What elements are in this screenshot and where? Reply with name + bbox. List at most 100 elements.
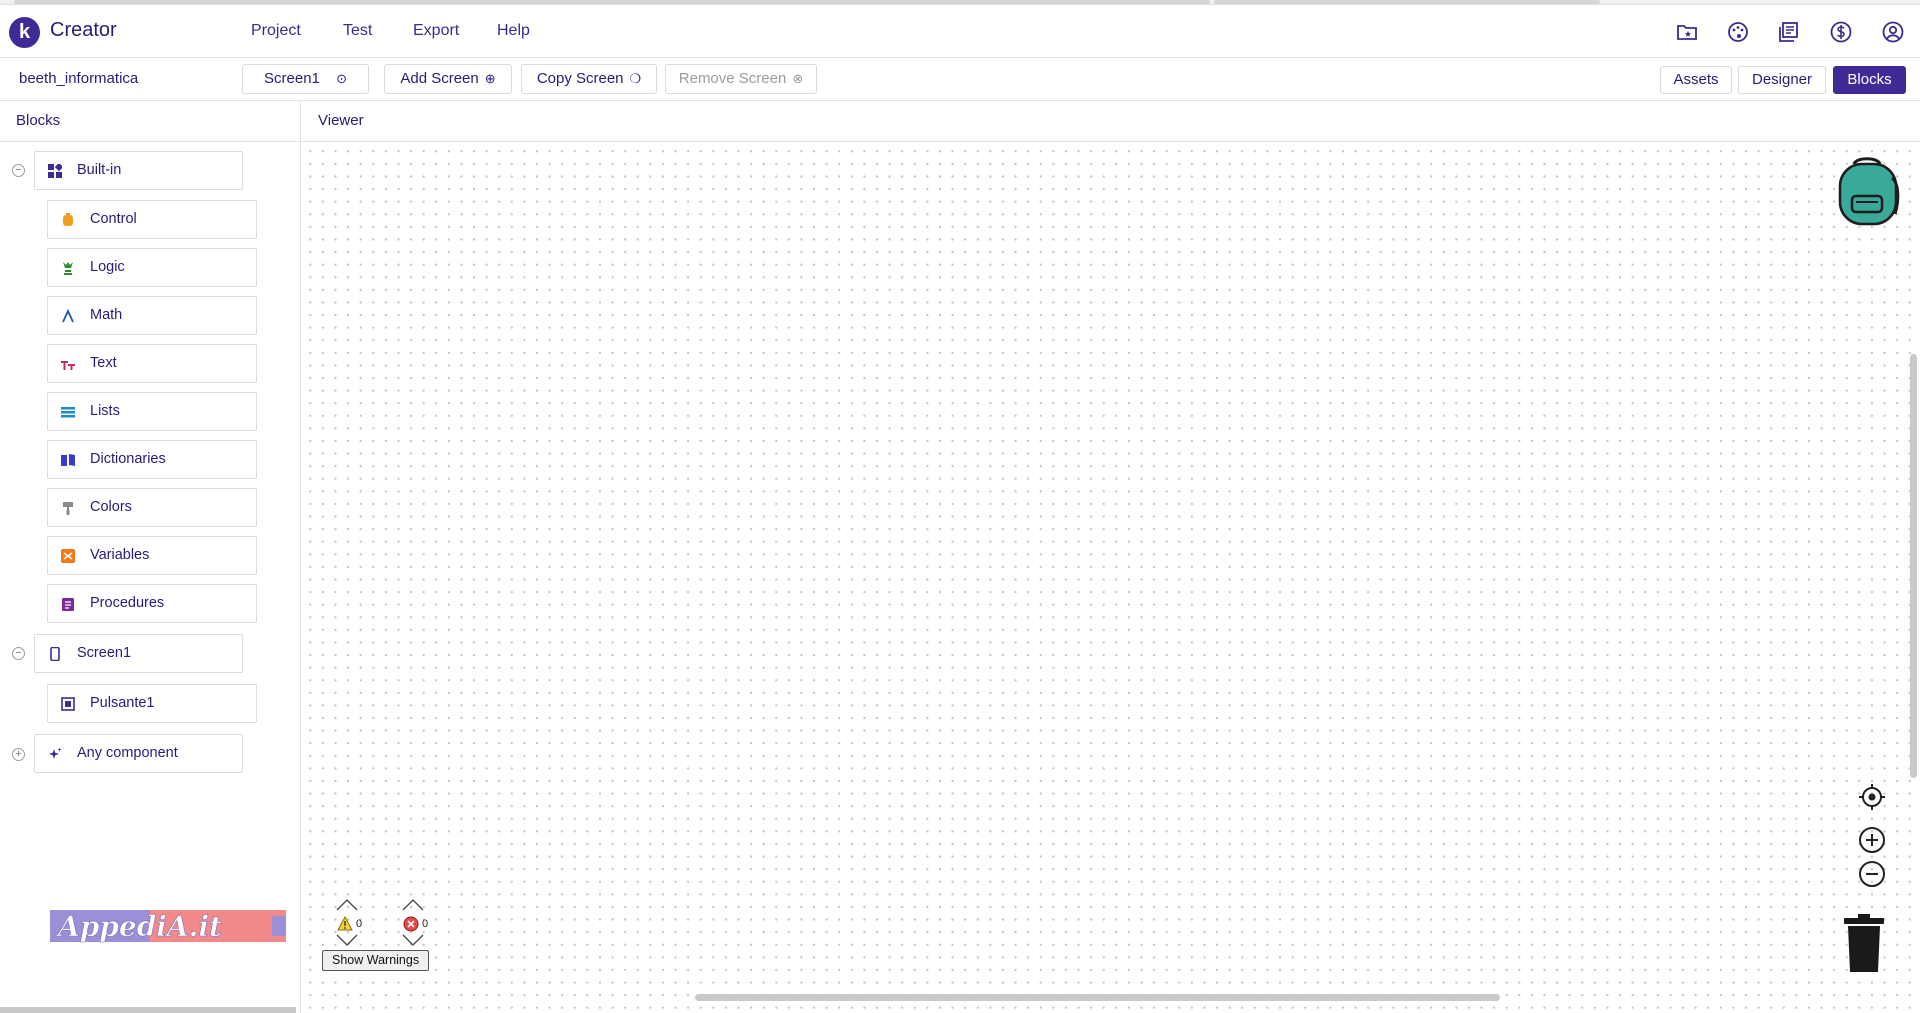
tree-builtin[interactable]: Built-in bbox=[34, 151, 243, 190]
warning-icon bbox=[337, 916, 353, 931]
error-indicator: 0 bbox=[400, 899, 440, 947]
block-category-label: Dictionaries bbox=[90, 451, 166, 467]
app-header: k Creator Project Test Export Help bbox=[0, 5, 1920, 58]
mode-blocks-button[interactable]: Blocks bbox=[1833, 66, 1906, 94]
project-name: beeth_informatica bbox=[19, 70, 139, 87]
block-category-label: Logic bbox=[90, 259, 125, 275]
block-category-label: Text bbox=[90, 355, 117, 371]
browser-tab-bar-2 bbox=[1214, 0, 1600, 4]
tree-builtin-label: Built-in bbox=[77, 162, 122, 178]
block-category-dictionaries[interactable]: Dictionaries bbox=[47, 440, 257, 479]
mode-assets-button[interactable]: Assets bbox=[1660, 66, 1732, 94]
recenter-icon[interactable] bbox=[1857, 782, 1887, 812]
chevron-down-icon: ⊙ bbox=[336, 71, 347, 86]
menu-help[interactable]: Help bbox=[497, 22, 530, 40]
dollar-icon[interactable] bbox=[1829, 20, 1853, 44]
copy-icon: ❍ bbox=[629, 71, 642, 86]
colors-icon bbox=[63, 502, 73, 515]
backpack-icon[interactable] bbox=[1832, 154, 1902, 226]
block-category-label: Variables bbox=[90, 547, 150, 563]
builtin-icon bbox=[48, 164, 62, 178]
errors-count: 0 bbox=[422, 918, 429, 930]
screen-select[interactable]: Screen1 ⊙ bbox=[242, 64, 369, 94]
tree-screen1[interactable]: Screen1 bbox=[34, 634, 243, 673]
blocks-panel: Blocks − Built-in Control Logic Math Tex… bbox=[0, 101, 301, 1013]
collapse-builtin-toggle[interactable]: − bbox=[12, 164, 25, 177]
workspace-horizontal-scrollbar[interactable] bbox=[695, 994, 1500, 1001]
sparkle-icon bbox=[49, 747, 62, 759]
block-category-label: Procedures bbox=[90, 595, 165, 611]
brand-title: Creator bbox=[50, 19, 117, 41]
viewer-panel: Viewer 0 0 Show Warnings bbox=[301, 101, 1920, 1013]
block-category-label: Math bbox=[90, 307, 123, 323]
show-warnings-button[interactable]: Show Warnings bbox=[322, 950, 430, 971]
expand-any-component-toggle[interactable]: + bbox=[12, 748, 25, 761]
dictionaries-icon bbox=[61, 454, 75, 466]
text-icon bbox=[61, 361, 75, 370]
browser-tab-bar bbox=[14, 0, 1210, 4]
button-component-icon bbox=[61, 697, 75, 711]
blocks-workspace[interactable] bbox=[301, 142, 1920, 1013]
viewer-title: Viewer bbox=[318, 112, 364, 129]
add-screen-button[interactable]: Add Screen ⊕ bbox=[384, 64, 512, 94]
remove-screen-button[interactable]: Remove Screen ⊗ bbox=[665, 64, 817, 94]
warning-prev-arrow-icon[interactable] bbox=[336, 899, 358, 911]
remove-screen-label: Remove Screen bbox=[678, 70, 787, 87]
tree-component-pulsante1[interactable]: Pulsante1 bbox=[47, 684, 257, 723]
mode-designer-button[interactable]: Designer bbox=[1738, 66, 1826, 94]
toolbar: beeth_informatica Screen1 ⊙ Add Screen ⊕ … bbox=[0, 58, 1920, 101]
library-icon[interactable] bbox=[1777, 20, 1801, 44]
zoom-in-icon[interactable] bbox=[1857, 825, 1887, 855]
zoom-out-icon[interactable] bbox=[1857, 859, 1887, 889]
block-category-label: Control bbox=[90, 211, 137, 227]
variables-icon bbox=[61, 549, 75, 563]
tree-any-component-label: Any component bbox=[77, 745, 178, 761]
block-category-control[interactable]: Control bbox=[47, 200, 257, 239]
trash-icon[interactable] bbox=[1844, 914, 1884, 974]
screen-select-label: Screen1 bbox=[264, 70, 320, 87]
control-icon bbox=[63, 213, 73, 226]
palette-icon[interactable] bbox=[1726, 20, 1750, 44]
menu-project[interactable]: Project bbox=[251, 22, 301, 40]
warning-next-arrow-icon[interactable] bbox=[336, 934, 358, 946]
lists-icon bbox=[61, 407, 75, 418]
phone-icon bbox=[50, 647, 60, 661]
account-icon[interactable] bbox=[1881, 20, 1905, 44]
menu-test[interactable]: Test bbox=[343, 22, 372, 40]
block-category-logic[interactable]: Logic bbox=[47, 248, 257, 287]
procedures-icon bbox=[62, 598, 74, 611]
logic-icon bbox=[63, 262, 73, 275]
appedia-logo: AppediA.it bbox=[50, 910, 286, 943]
math-icon bbox=[62, 309, 74, 323]
collapse-screen-toggle[interactable]: − bbox=[12, 647, 25, 660]
block-category-variables[interactable]: Variables bbox=[47, 536, 257, 575]
add-screen-label: Add Screen bbox=[400, 70, 479, 87]
error-icon bbox=[403, 916, 419, 932]
folder-star-icon[interactable] bbox=[1675, 20, 1699, 44]
block-category-colors[interactable]: Colors bbox=[47, 488, 257, 527]
block-category-label: Colors bbox=[90, 499, 132, 515]
blocks-panel-title: Blocks bbox=[16, 112, 61, 129]
tree-component-label: Pulsante1 bbox=[90, 695, 155, 711]
workspace-vertical-scrollbar[interactable] bbox=[1910, 354, 1917, 778]
menu-export[interactable]: Export bbox=[413, 22, 459, 40]
error-prev-arrow-icon[interactable] bbox=[402, 899, 424, 911]
tree-screen1-label: Screen1 bbox=[77, 645, 132, 661]
divider bbox=[0, 141, 300, 142]
logo-icon[interactable]: k bbox=[9, 17, 40, 48]
panel-horizontal-scrollbar[interactable] bbox=[0, 1007, 296, 1013]
remove-circle-icon: ⊗ bbox=[792, 71, 804, 86]
copy-screen-button[interactable]: Copy Screen ❍ bbox=[521, 64, 657, 94]
tree-any-component[interactable]: Any component bbox=[34, 734, 243, 773]
add-circle-icon: ⊕ bbox=[484, 71, 496, 86]
error-next-arrow-icon[interactable] bbox=[402, 934, 424, 946]
appedia-logo-text: AppediA.it bbox=[55, 910, 222, 943]
block-category-math[interactable]: Math bbox=[47, 296, 257, 335]
warning-indicator: 0 bbox=[334, 899, 374, 947]
block-category-procedures[interactable]: Procedures bbox=[47, 584, 257, 623]
warnings-count: 0 bbox=[356, 918, 363, 930]
block-category-label: Lists bbox=[90, 403, 120, 419]
block-category-text[interactable]: Text bbox=[47, 344, 257, 383]
copy-screen-label: Copy Screen bbox=[536, 70, 624, 87]
block-category-lists[interactable]: Lists bbox=[47, 392, 257, 431]
